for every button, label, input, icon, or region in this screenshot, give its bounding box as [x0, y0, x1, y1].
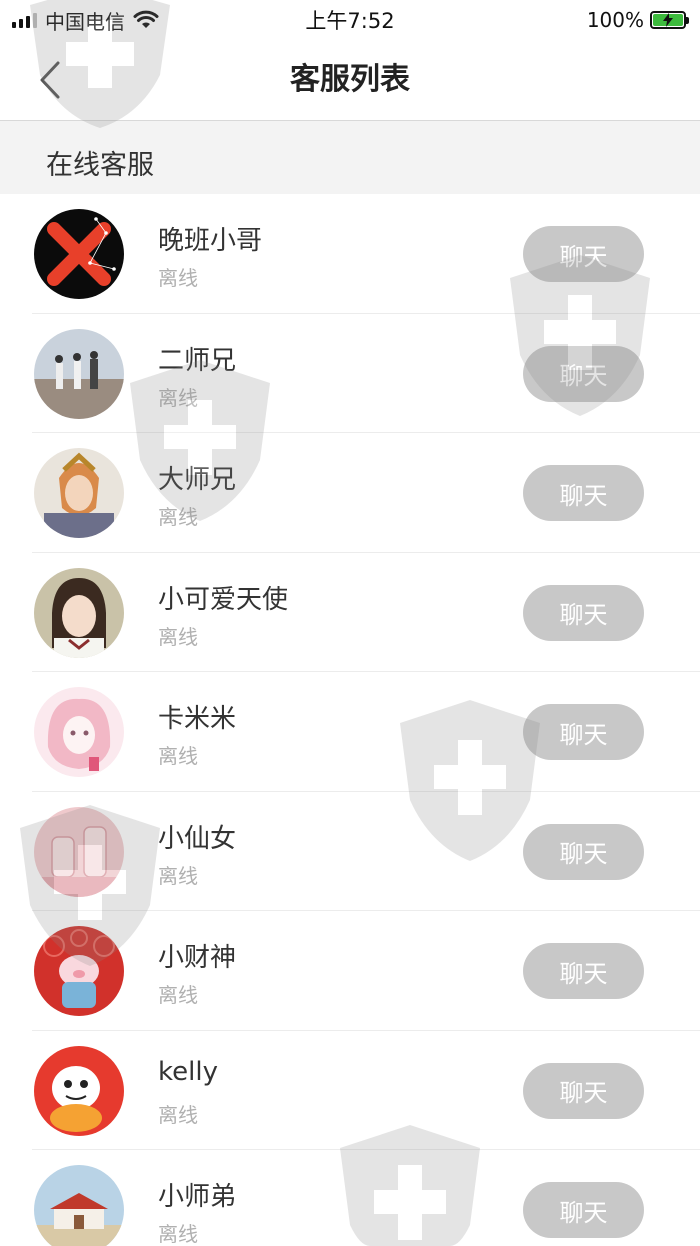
- chat-button[interactable]: 聊天: [523, 465, 644, 521]
- avatar: [34, 328, 124, 419]
- avatar: [34, 448, 124, 538]
- agent-name: 小可爱天使: [158, 584, 289, 615]
- agent-name: 小师弟: [158, 1182, 237, 1212]
- agent-status: 离线: [158, 983, 198, 1007]
- avatar: [34, 567, 124, 658]
- avatar: [34, 806, 124, 897]
- chat-button[interactable]: 聊天: [523, 584, 644, 641]
- avatar: [34, 687, 124, 777]
- agent-status: 离线: [158, 1102, 198, 1127]
- chat-button[interactable]: 聊天: [523, 1182, 644, 1238]
- agent-list-item[interactable]: 二师兄 离线 聊天: [0, 314, 700, 433]
- avatar: [34, 1045, 124, 1136]
- chat-button[interactable]: 聊天: [523, 823, 644, 880]
- agent-list-item[interactable]: 晚班小哥 离线 聊天: [0, 194, 700, 314]
- navigation-bar: 客服列表: [0, 40, 700, 121]
- agent-list-item[interactable]: 小可爱天使 离线 聊天: [0, 553, 700, 672]
- agent-name: kelly: [158, 1056, 218, 1087]
- agent-list-item[interactable]: kelly 离线 聊天: [0, 1031, 700, 1150]
- chat-button[interactable]: 聊天: [523, 704, 644, 760]
- agent-name: 大师兄: [158, 465, 237, 495]
- agent-list-item[interactable]: 小师弟 离线 聊天: [0, 1150, 700, 1246]
- status-time: 上午7:52: [305, 9, 395, 33]
- avatar: [34, 1165, 124, 1246]
- agent-name: 小仙女: [158, 823, 237, 854]
- chat-button[interactable]: 聊天: [523, 1062, 644, 1119]
- chat-button[interactable]: 聊天: [523, 226, 644, 282]
- customer-service-list-screen: 中国电信 上午7:52 100% 客服列表 在线客服 晚班小哥 离线 聊天 二师…: [0, 0, 700, 1246]
- agent-status: 离线: [158, 266, 198, 290]
- agent-name: 小财神: [158, 943, 237, 973]
- agent-name: 晚班小哥: [158, 226, 263, 256]
- avatar: [34, 209, 124, 299]
- agent-list: 晚班小哥 离线 聊天 二师兄 离线 聊天 大师兄 离线 聊天 小可爱天使 离线 …: [0, 194, 700, 1246]
- battery-icon: [650, 11, 689, 29]
- avatar: [34, 926, 124, 1016]
- agent-list-item[interactable]: 卡米米 离线 聊天: [0, 672, 700, 792]
- agent-name: 卡米米: [158, 704, 237, 734]
- agent-status: 离线: [158, 505, 198, 529]
- agent-name: 二师兄: [158, 345, 237, 376]
- agent-status: 离线: [158, 744, 198, 768]
- status-bar: 中国电信 上午7:52 100%: [0, 0, 700, 40]
- page-title: 客服列表: [290, 62, 410, 97]
- chat-button[interactable]: 聊天: [523, 345, 644, 402]
- agent-status: 离线: [158, 624, 198, 649]
- agent-list-item[interactable]: 小仙女 离线 聊天: [0, 792, 700, 911]
- charging-bolt-icon: [663, 13, 673, 27]
- agent-list-item[interactable]: 大师兄 离线 聊天: [0, 433, 700, 553]
- agent-status: 离线: [158, 385, 198, 410]
- section-header: 在线客服: [0, 121, 700, 194]
- chat-button[interactable]: 聊天: [523, 943, 644, 999]
- section-title: 在线客服: [46, 150, 154, 181]
- agent-status: 离线: [158, 1222, 198, 1246]
- agent-status: 离线: [158, 863, 198, 888]
- agent-list-item[interactable]: 小财神 离线 聊天: [0, 911, 700, 1031]
